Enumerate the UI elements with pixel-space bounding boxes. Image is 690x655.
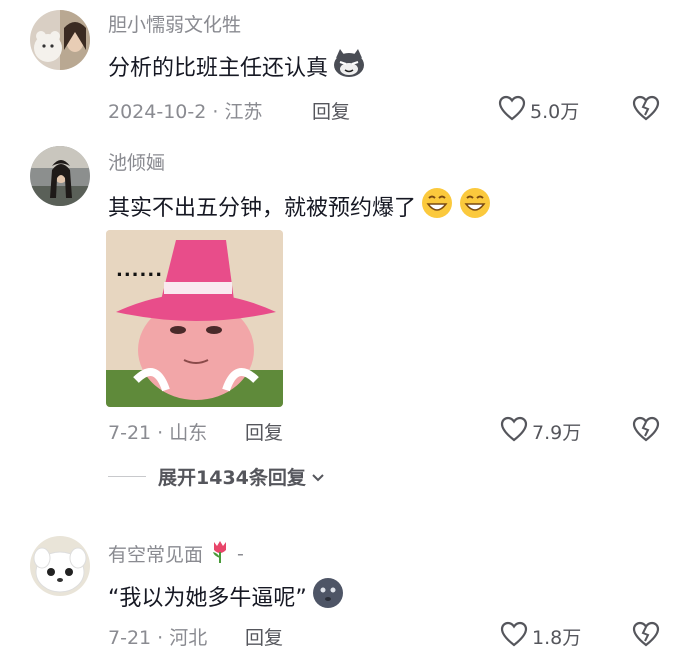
comment-text: 其实不出五分钟，就被预约爆了 [108, 186, 492, 226]
sticker-text: ...... [116, 260, 164, 281]
like-count: 7.9万 [532, 422, 582, 444]
date-location: 7-21 · 河北 [108, 627, 208, 649]
avatar[interactable] [30, 536, 90, 596]
dislike-button[interactable] [632, 416, 660, 446]
comment-text-body: 其实不出五分钟，就被预约爆了 [108, 196, 417, 221]
heart-outline-icon [498, 95, 526, 126]
comment-text-body: 分析的比班主任还认真 [108, 56, 329, 81]
grin-emoji-icon [420, 186, 454, 226]
username[interactable]: 有空常见面 - [108, 538, 244, 569]
comment-text-body: “我以为她多牛逼呢” [108, 586, 307, 611]
avatar[interactable] [30, 146, 90, 206]
like-count: 5.0万 [530, 101, 580, 123]
date-location: 2024-10-2 · 江苏 [108, 101, 263, 123]
like-count: 1.8万 [532, 627, 582, 649]
username[interactable]: 胆小懦弱文化牲 [108, 10, 241, 37]
comment-text: 分析的比班主任还认真 [108, 48, 366, 84]
expand-replies-button[interactable]: 展开1434条回复 [108, 463, 325, 490]
divider [108, 476, 146, 477]
username-text: 有空常见面 [108, 544, 204, 566]
reply-button[interactable]: 回复 [312, 97, 350, 124]
like-button[interactable]: 5.0万 [498, 95, 579, 126]
reply-button[interactable]: 回复 [245, 418, 283, 445]
username[interactable]: 池倾婳 [108, 148, 165, 175]
cat-emoji-icon [332, 48, 366, 84]
like-button[interactable]: 1.8万 [500, 621, 581, 652]
tulip-icon [209, 538, 231, 569]
chevron-down-icon [311, 466, 325, 488]
broken-heart-icon [632, 95, 660, 125]
reply-button[interactable]: 回复 [245, 623, 283, 650]
avatar[interactable] [30, 10, 90, 70]
username-suffix: - [237, 542, 244, 565]
grin-emoji-icon [458, 186, 492, 226]
heart-outline-icon [500, 621, 528, 652]
like-button[interactable]: 7.9万 [500, 416, 581, 447]
date-location: 7-21 · 山东 [108, 422, 208, 444]
expand-replies-label: 展开1434条回复 [158, 467, 306, 489]
sticker-image[interactable]: ...... [106, 230, 283, 407]
dislike-button[interactable] [632, 95, 660, 125]
heart-outline-icon [500, 416, 528, 447]
broken-heart-icon [632, 416, 660, 446]
dark-face-emoji-icon [311, 576, 345, 616]
broken-heart-icon [632, 621, 660, 651]
comment-text: “我以为她多牛逼呢” [108, 576, 345, 616]
dislike-button[interactable] [632, 621, 660, 651]
